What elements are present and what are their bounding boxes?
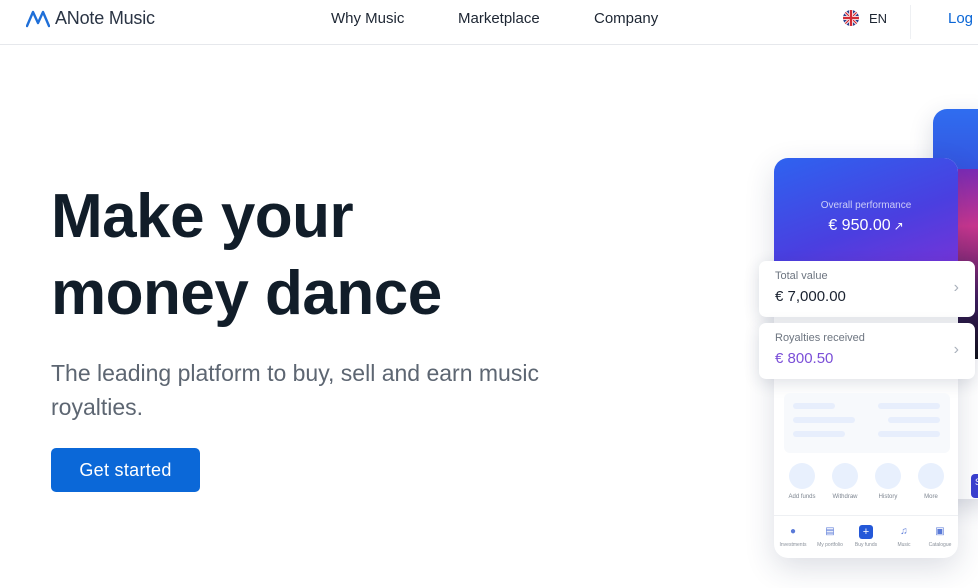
performance-amount: € 950.00 xyxy=(828,217,891,234)
skeleton-line xyxy=(793,417,855,423)
plus-icon: + xyxy=(859,525,873,539)
history-icon xyxy=(875,463,901,489)
tab-label: Music xyxy=(897,542,911,548)
portfolio-icon: ▤ xyxy=(825,526,835,537)
add-funds-icon xyxy=(789,463,815,489)
hero-title-line-1: Make your xyxy=(51,182,354,251)
skeleton-line xyxy=(878,403,940,409)
music-note-icon: ♫ xyxy=(900,526,908,537)
nav-link-company[interactable]: Company xyxy=(594,10,658,27)
language-code: EN xyxy=(869,10,888,26)
chevron-right-icon: › xyxy=(953,341,959,358)
brand-name: ANote Music xyxy=(55,8,155,28)
nav-link-marketplace[interactable]: Marketplace xyxy=(458,10,540,27)
royalties-label: Royalties received xyxy=(775,332,865,344)
chevron-right-icon: › xyxy=(953,279,959,296)
brand-logo[interactable]: ANote Music xyxy=(26,8,155,29)
nav-divider xyxy=(910,5,911,39)
performance-value: € 950.00 ↗ xyxy=(774,217,958,235)
get-started-button[interactable]: Get started xyxy=(51,448,200,492)
royalties-amount: € 800.50 xyxy=(775,350,834,367)
hero-title: Make your money dance xyxy=(51,178,442,332)
total-value-amount: € 7,000.00 xyxy=(775,288,846,305)
skeleton-line xyxy=(878,431,940,437)
total-value-label: Total value xyxy=(775,270,828,282)
performance-header: Overall performance € 950.00 ↗ xyxy=(774,158,958,278)
total-value-card: Total value € 7,000.00 › xyxy=(759,261,975,317)
skeleton-line xyxy=(888,417,940,423)
language-selector[interactable]: EN xyxy=(843,10,887,26)
nav-link-why-music[interactable]: Why Music xyxy=(331,10,404,27)
royalties-card: Royalties received € 800.50 › xyxy=(759,323,975,379)
hero-subtitle: The leading platform to buy, sell and ea… xyxy=(51,360,539,420)
top-navigation: ANote Music Why Music Marketplace Compan… xyxy=(0,0,978,45)
more-icon xyxy=(918,463,944,489)
hero-title-line-2: money dance xyxy=(51,259,442,328)
action-label: Add funds xyxy=(788,494,816,500)
catalogue-icon: ▣ xyxy=(935,526,945,537)
skeleton-line xyxy=(793,431,845,437)
skeleton-panel xyxy=(784,393,950,453)
withdraw-icon xyxy=(832,463,858,489)
tab-label: Investments xyxy=(779,542,807,548)
trending-up-icon: ↗ xyxy=(893,219,904,233)
tab-label: Catalogue xyxy=(928,542,952,548)
performance-label: Overall performance xyxy=(820,200,912,211)
action-label: More xyxy=(924,494,938,500)
skeleton-line xyxy=(793,403,835,409)
uk-flag-icon xyxy=(843,10,859,26)
phone-tab-divider xyxy=(774,515,958,516)
login-link[interactable]: Log in xyxy=(948,10,978,27)
tab-label: My portfolio xyxy=(817,542,843,548)
investments-icon: ● xyxy=(789,526,797,537)
action-label: History xyxy=(878,494,898,500)
anote-logo-icon xyxy=(26,10,50,28)
action-label: Withdraw xyxy=(832,494,858,500)
tab-label: Buy funds xyxy=(854,542,878,548)
